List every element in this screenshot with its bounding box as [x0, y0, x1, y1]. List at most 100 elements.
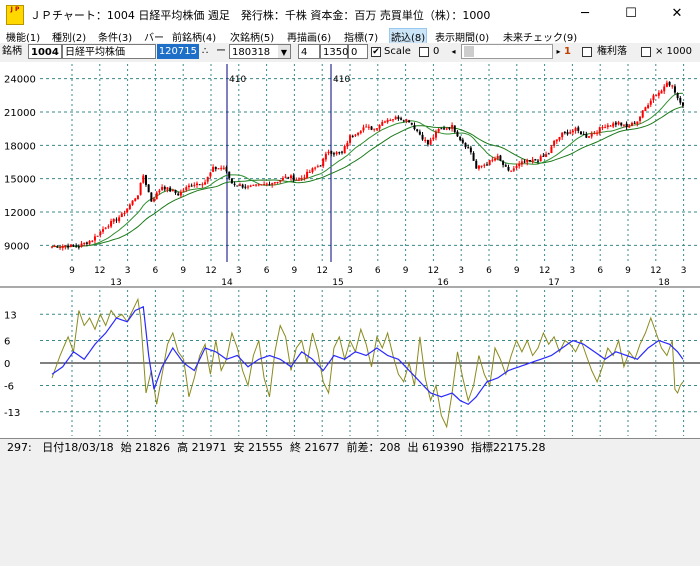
period-scrollbar[interactable] [461, 44, 553, 59]
rights-label: 権利落 [597, 46, 627, 57]
candle-body [222, 167, 225, 169]
menu-type[interactable]: 種別(2) [52, 29, 86, 44]
candle-body [257, 184, 260, 186]
scroll-left-icon[interactable]: ◂ [448, 45, 459, 58]
month-tick-label: 9 [625, 266, 631, 276]
maximize-button[interactable]: ☐ [608, 0, 654, 28]
close-button[interactable]: ✕ [654, 0, 700, 28]
zero-checkbox[interactable] [419, 47, 429, 57]
candle-body [531, 159, 534, 162]
menu-indicator[interactable]: 指標(7) [344, 29, 378, 44]
marker-annotation: 410 [229, 75, 246, 85]
candle-body [405, 119, 408, 122]
candle-body [381, 122, 384, 126]
offset-input[interactable]: 0 [348, 44, 368, 59]
candle-body [426, 140, 429, 145]
candle-body [365, 126, 368, 128]
month-tick-label: 9 [69, 266, 75, 276]
menu-display-period[interactable]: 表示期間(0) [435, 29, 489, 44]
candle-body [437, 128, 440, 132]
menu-next-stock[interactable]: 次銘柄(5) [230, 29, 274, 44]
candle-body [413, 125, 416, 130]
menu-condition[interactable]: 条件(3) [98, 29, 132, 44]
candle-body [349, 135, 352, 143]
candle-body [440, 128, 443, 130]
candle-body [657, 92, 660, 96]
range-input[interactable]: 1350 [320, 44, 348, 59]
menu-future-check[interactable]: 未来チェック(9) [503, 29, 577, 44]
candle-body [357, 132, 360, 135]
candle-body [206, 176, 209, 182]
candle-body [134, 198, 137, 201]
price-chart[interactable]: 9000 12000 15000 18000 21000 24000 9 12 3 6 9 12 3 6 9… [4, 64, 700, 288]
candle-body [169, 187, 172, 192]
scroll-right-icon[interactable]: ▸ [553, 45, 564, 58]
chart-svg[interactable]: 9000 12000 15000 18000 21000 24000 9 12 3 6 9 12 3 6 9… [0, 62, 700, 438]
candle-body [467, 147, 470, 149]
scale-checkbox[interactable]: ✔ [371, 47, 381, 57]
rights-checkbox[interactable] [582, 47, 592, 57]
chevron-down-icon[interactable]: ▼ [278, 45, 290, 58]
chart-area[interactable]: 9000 12000 15000 18000 21000 24000 9 12 3 6 9 12 3 6 9… [0, 62, 700, 438]
menu-prev-stock[interactable]: 前銘柄(4) [172, 29, 216, 44]
candle-body [110, 221, 113, 227]
menu-bar: 機能(1) 種別(2) 条件(3) バー 前銘柄(4) 次銘柄(5) 再描画(6… [0, 28, 700, 45]
minimize-icon: ─ [581, 6, 589, 21]
period-input[interactable]: 4 [298, 44, 320, 59]
candle-body [416, 129, 419, 131]
candle-body [72, 245, 75, 247]
oscillator-chart[interactable]: -13 -6 0 6 13 [4, 290, 700, 436]
candle-body [520, 161, 523, 165]
candle-body [158, 190, 161, 193]
menu-bar-type[interactable]: バー [144, 29, 164, 44]
menu-redraw[interactable]: 再描画(6) [287, 29, 331, 44]
code-input[interactable]: 1004 [28, 44, 62, 59]
scrollbar-thumb[interactable] [464, 46, 474, 57]
candle-body [469, 147, 472, 153]
menu-function[interactable]: 機能(1) [6, 29, 40, 44]
minimize-button[interactable]: ─ [562, 0, 608, 28]
candle-body [515, 165, 518, 169]
candle-body [400, 118, 403, 120]
app-logo-icon: J P [6, 5, 24, 25]
month-tick-label: 3 [458, 266, 464, 276]
candle-body [314, 167, 317, 169]
candle-body [397, 116, 400, 119]
candle-body [209, 172, 212, 177]
candle-body [104, 227, 107, 229]
candle-body [451, 124, 454, 129]
candle-body [69, 244, 72, 247]
candle-body [182, 190, 185, 192]
candle-body [378, 125, 381, 129]
candle-body [308, 171, 311, 173]
price-axis-tick-label: 15000 [4, 175, 36, 186]
candle-body [107, 226, 110, 228]
candle-body [112, 219, 115, 222]
date-select[interactable]: 180318 ▼ [229, 44, 291, 59]
candle-body [80, 243, 83, 247]
candle-body [443, 128, 446, 130]
candle-body [671, 85, 674, 87]
candle-body [461, 139, 464, 143]
candle-body [174, 190, 177, 194]
candle-body [614, 122, 617, 125]
candle-body [636, 121, 639, 124]
candle-body [464, 142, 467, 148]
candle-body [639, 116, 642, 121]
candle-body [612, 123, 615, 127]
candle-body [526, 160, 529, 163]
month-tick-label: 12 [650, 266, 661, 276]
candle-body [494, 158, 497, 161]
candle-body [139, 182, 142, 195]
candle-body [195, 183, 198, 186]
candle-body [316, 166, 319, 168]
multiplier-checkbox[interactable] [641, 47, 651, 57]
candle-body [408, 120, 411, 123]
price-axis-tick-label: 9000 [4, 241, 29, 252]
candle-body [590, 133, 593, 137]
candle-body [115, 219, 118, 221]
stock-name-input[interactable]: 日経平均株価 [62, 44, 156, 59]
close-icon: ✕ [671, 6, 683, 21]
candle-body [569, 132, 572, 134]
candle-body [539, 156, 542, 162]
